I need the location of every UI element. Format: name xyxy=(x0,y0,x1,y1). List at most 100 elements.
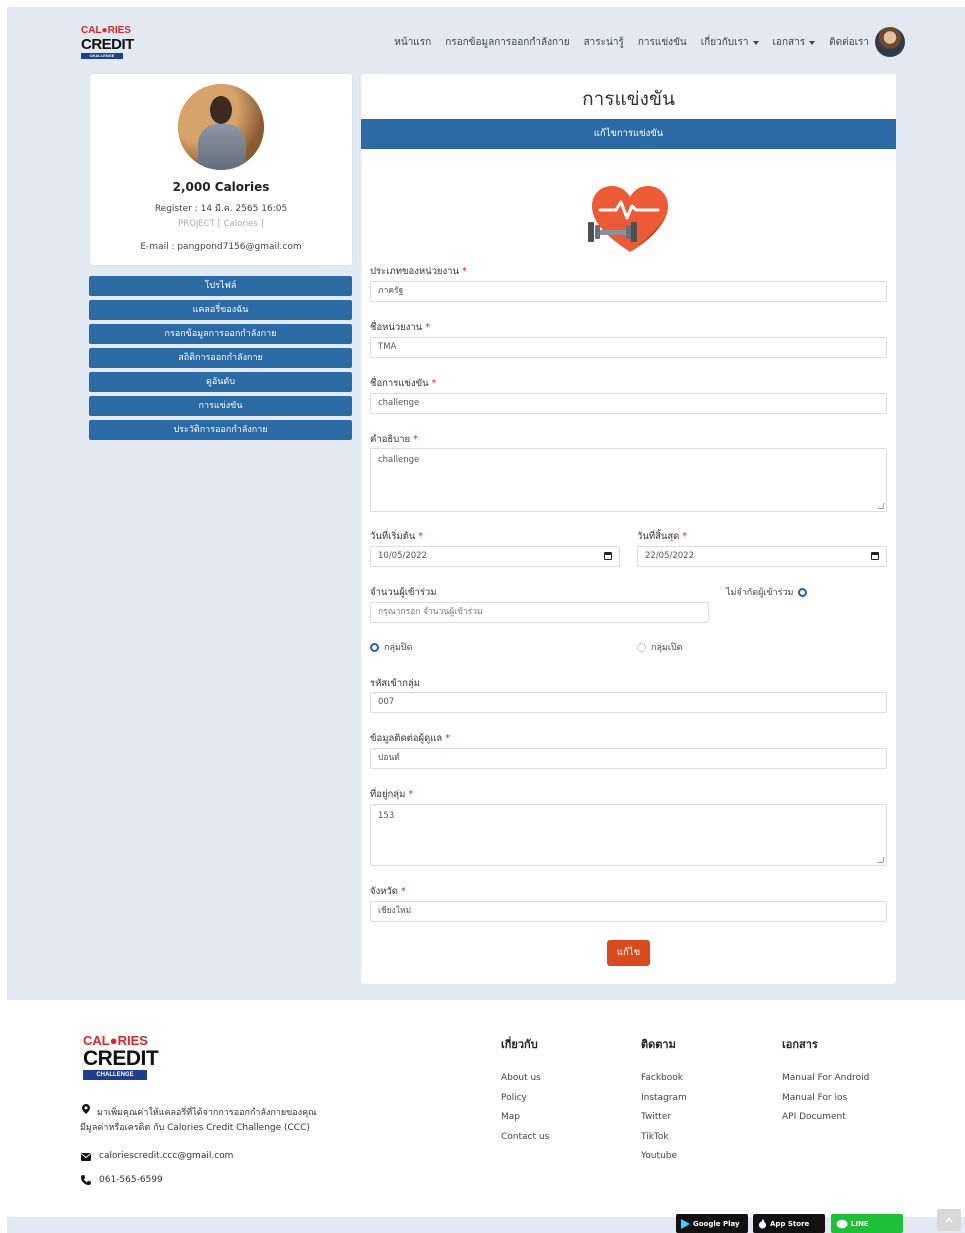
logo-credit-text: CREDIT xyxy=(81,36,134,53)
sidebar-item-my-calories[interactable]: แคลอรี่ของฉัน xyxy=(89,300,352,320)
logo-calories-text: CAL●RIES xyxy=(83,1033,148,1048)
agency-type-label: ประเภทของหน่วยงาน * xyxy=(370,266,467,277)
footer-about-title: เกี่ยวกับ xyxy=(501,1038,538,1051)
sidebar-item-ranking[interactable]: ดูอันดับ xyxy=(89,372,352,392)
description-textarea[interactable]: challenge xyxy=(370,448,887,512)
logo-credit-text: CREDIT xyxy=(83,1047,159,1070)
radio-selected-icon[interactable] xyxy=(370,642,379,652)
admin-contact-label: ข้อมูลติดต่อผู้ดูแล * xyxy=(370,733,450,744)
google-play-label: Google Play xyxy=(693,1219,740,1228)
nav-contact[interactable]: ติดต่อเรา xyxy=(829,35,869,50)
profile-project: PROJECT [ Calories ] xyxy=(178,219,264,229)
resize-handle-icon[interactable] xyxy=(877,857,885,863)
page-title: การแข่งขัน xyxy=(582,88,675,110)
competition-form-card: การแข่งขัน แก้ไขการแข่งขัน ประเภทของหน่ว… xyxy=(361,74,896,984)
group-address-value: 153 xyxy=(378,811,395,821)
radio-unselected-icon[interactable] xyxy=(637,642,646,652)
footer-link-twitter[interactable]: Twitter xyxy=(641,1112,671,1122)
nav-about-dropdown[interactable]: เกี่ยวกับเรา xyxy=(701,35,759,50)
chevron-up-icon xyxy=(945,1217,953,1223)
unlimited-participants-label: ไม่จำกัดผู้เข้าร่วม xyxy=(726,588,794,598)
province-label: จังหวัด * xyxy=(370,886,406,897)
province-select[interactable]: เชียงใหม่ xyxy=(370,901,887,922)
resize-handle-icon[interactable] xyxy=(877,503,885,509)
line-icon xyxy=(836,1219,848,1228)
footer-link-manual-android[interactable]: Manual For Android xyxy=(782,1073,869,1083)
footer-phone[interactable]: 061-565-6599 xyxy=(99,1175,163,1185)
start-date-input[interactable]: 10/05/2022 xyxy=(370,546,620,567)
group-code-input[interactable]: 007 xyxy=(370,692,887,713)
profile-photo xyxy=(178,84,264,170)
sidebar-item-profile[interactable]: โปรไฟล์ xyxy=(89,276,352,296)
heart-dumbbell-icon xyxy=(588,186,668,252)
footer-link-manual-ios[interactable]: Manual For ios xyxy=(782,1093,847,1103)
unlimited-participants-radio[interactable]: ไม่จำกัดผู้เข้าร่วม xyxy=(726,585,808,599)
footer-link-youtube[interactable]: Youtube xyxy=(641,1151,677,1161)
footer-link-facebook[interactable]: Fackbook xyxy=(641,1073,683,1083)
open-group-radio[interactable]: กลุ่มเปิด xyxy=(637,640,683,654)
footer-email[interactable]: caloriescredit.ccc@gmail.com xyxy=(99,1151,233,1161)
competition-name-input[interactable]: challenge xyxy=(370,393,887,414)
group-address-label: ที่อยู่กลุ่ม * xyxy=(370,789,414,800)
end-date-input[interactable]: 22/05/2022 xyxy=(637,546,887,567)
radio-selected-icon[interactable] xyxy=(798,587,808,597)
app-store-label: App Store xyxy=(770,1219,810,1228)
calendar-icon[interactable] xyxy=(604,552,612,560)
calendar-icon[interactable] xyxy=(871,552,879,560)
footer-link-api-document[interactable]: API Document xyxy=(782,1112,846,1122)
start-date-label: วันที่เริ่มต้น * xyxy=(370,531,424,542)
footer-link-about-us[interactable]: About us xyxy=(501,1073,541,1083)
participants-label: จำนวนผู้เข้าร่วม xyxy=(370,587,437,598)
footer-logo[interactable]: CAL●RIES CREDIT CHALLENGE xyxy=(83,1033,159,1080)
closed-group-radio[interactable]: กลุ่มปิด xyxy=(370,640,412,654)
line-badge[interactable]: LINE xyxy=(831,1214,903,1233)
agency-name-input[interactable]: TMA xyxy=(370,337,887,358)
end-date-value: 22/05/2022 xyxy=(645,551,694,561)
map-pin-icon xyxy=(82,1104,90,1114)
google-play-badge[interactable]: Google Play xyxy=(676,1214,748,1233)
start-date-value: 10/05/2022 xyxy=(378,551,427,561)
footer-link-policy[interactable]: Policy xyxy=(501,1093,527,1103)
logo-challenge-text: CHALLENGE xyxy=(83,1070,147,1080)
nav-documents-dropdown[interactable]: เอกสาร xyxy=(773,35,816,50)
nav-articles[interactable]: สาระน่ารู้ xyxy=(584,35,624,50)
footer-docs-title: เอกสาร xyxy=(782,1038,818,1051)
sidebar-item-exercise-stats[interactable]: สถิติการออกกำลังกาย xyxy=(89,348,352,368)
top-nav: หน้าแรก กรอกข้อมูลการออกกำลังกาย สาระน่า… xyxy=(394,35,869,50)
footer-link-map[interactable]: Map xyxy=(501,1112,520,1122)
nav-exercise-entry[interactable]: กรอกข้อมูลการออกกำลังกาย xyxy=(445,35,569,50)
footer-link-instagram[interactable]: Instagram xyxy=(641,1093,687,1103)
description-label: คำอธิบาย * xyxy=(370,434,418,445)
sidebar-item-competition[interactable]: การแข่งขัน xyxy=(89,396,352,416)
brand-logo[interactable]: CAL●RIES CREDIT CHALLENGE xyxy=(81,26,134,59)
footer-link-tiktok[interactable]: TikTok xyxy=(641,1132,669,1142)
line-label: LINE xyxy=(851,1219,869,1228)
admin-contact-input[interactable]: ปอนด์ xyxy=(370,748,887,769)
sidebar-menu: โปรไฟล์ แคลอรี่ของฉัน กรอกข้อมูลการออกกำ… xyxy=(89,276,352,444)
profile-email: E-mail : pangpond7156@gmail.com xyxy=(140,242,302,252)
app-store-badge[interactable]: App Store xyxy=(753,1214,825,1233)
participants-input[interactable]: กรุณากรอก จำนวนผู้เข้าร่วม xyxy=(370,602,709,623)
logo-challenge-text: CHALLENGE xyxy=(81,53,123,59)
profile-card: 2,000 Calories Register : 14 มี.ค. 2565 … xyxy=(90,74,352,265)
nav-about-label: เกี่ยวกับเรา xyxy=(700,37,749,48)
open-group-label: กลุ่มเปิด xyxy=(651,643,683,653)
footer-link-contact-us[interactable]: Contact us xyxy=(501,1132,549,1142)
group-address-textarea[interactable]: 153 xyxy=(370,804,887,866)
user-avatar[interactable] xyxy=(875,27,905,57)
scroll-to-top-button[interactable] xyxy=(937,1209,961,1231)
agency-type-select[interactable]: ภาครัฐ xyxy=(370,281,887,302)
sidebar-item-exercise-history[interactable]: ประวัติการออกกำลังกาย xyxy=(89,420,352,440)
nav-competition[interactable]: การแข่งขัน xyxy=(638,35,687,50)
group-code-label: รหัสเข้ากลุ่ม xyxy=(370,678,421,689)
description-value: challenge xyxy=(378,455,420,465)
footer-tagline-1: มาเพิ่มคุณค่าให้แคลอรี่ที่ได้จากการออกกำ… xyxy=(97,1108,317,1118)
end-date-label: วันที่สิ้นสุด * xyxy=(637,531,688,542)
caret-down-icon xyxy=(752,40,759,45)
sidebar-item-exercise-entry[interactable]: กรอกข้อมูลการออกกำลังกาย xyxy=(89,324,352,344)
footer-tagline-2: มีมูลค่าหรือเครดิต กับ Calories Credit C… xyxy=(80,1123,310,1133)
nav-documents-label: เอกสาร xyxy=(772,37,806,48)
submit-edit-button[interactable]: แก้ไข xyxy=(607,940,650,966)
nav-home[interactable]: หน้าแรก xyxy=(394,35,431,50)
closed-group-label: กลุ่มปิด xyxy=(384,643,413,653)
